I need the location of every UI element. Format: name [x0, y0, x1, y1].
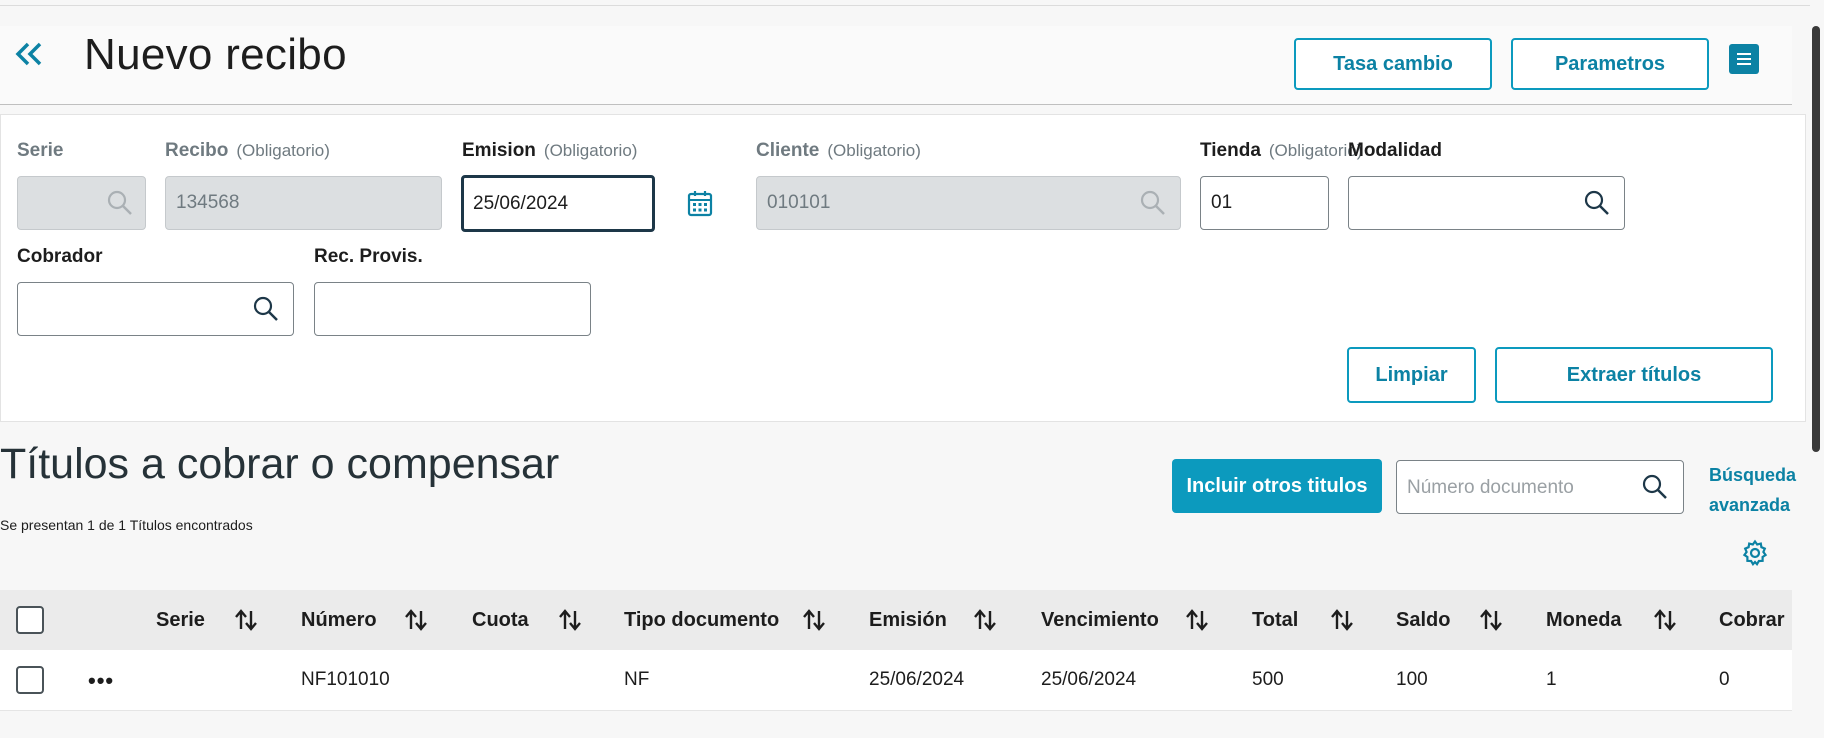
- tienda-label: Tienda (Obligatorio): [1200, 140, 1363, 161]
- sort-icon[interactable]: [1185, 607, 1209, 633]
- search-icon[interactable]: [252, 295, 280, 323]
- cell-emision: 25/06/2024: [869, 669, 965, 690]
- cell-numero: NF101010: [301, 669, 390, 690]
- limpiar-button[interactable]: Limpiar: [1347, 347, 1476, 403]
- calendar-icon[interactable]: [687, 190, 713, 218]
- recibo-field[interactable]: 134568: [165, 176, 442, 230]
- cell-saldo: 100: [1396, 669, 1428, 690]
- sort-icon[interactable]: [973, 607, 997, 633]
- cobrador-label: Cobrador: [17, 246, 103, 267]
- cliente-value: 010101: [767, 192, 831, 213]
- modalidad-field[interactable]: [1348, 176, 1625, 230]
- top-divider: [0, 5, 1810, 6]
- serie-label: Serie: [17, 140, 64, 161]
- cell-total: 500: [1252, 669, 1284, 690]
- search-icon[interactable]: [1139, 189, 1167, 217]
- parametros-button[interactable]: Parametros: [1511, 38, 1709, 90]
- col-saldo[interactable]: Saldo: [1396, 609, 1450, 632]
- serie-field[interactable]: [17, 176, 146, 230]
- col-numero[interactable]: Número: [301, 609, 377, 632]
- sort-icon[interactable]: [558, 607, 582, 633]
- rec-provis-field[interactable]: [314, 282, 591, 336]
- table-row[interactable]: ••• NF101010 NF 25/06/2024 25/06/2024 50…: [0, 650, 1792, 711]
- recibo-label: Recibo (Obligatorio): [165, 140, 330, 161]
- rec-provis-label: Rec. Provis.: [314, 246, 423, 267]
- cell-tipo-documento: NF: [624, 669, 650, 690]
- cobrador-field[interactable]: [17, 282, 294, 336]
- col-moneda[interactable]: Moneda: [1546, 609, 1622, 632]
- double-chevron-left-icon[interactable]: [10, 38, 46, 70]
- table-header: Serie Número Cuota Tipo documento Emisió…: [0, 590, 1792, 650]
- incluir-otros-titulos-button[interactable]: Incluir otros titulos: [1172, 459, 1382, 513]
- col-cuota[interactable]: Cuota: [472, 609, 529, 632]
- select-all-checkbox[interactable]: [16, 606, 44, 634]
- search-icon[interactable]: [106, 189, 134, 217]
- sort-icon[interactable]: [802, 607, 826, 633]
- col-serie[interactable]: Serie: [156, 609, 205, 632]
- col-tipo-documento[interactable]: Tipo documento: [624, 609, 779, 632]
- emision-value: 25/06/2024: [473, 193, 569, 214]
- tasa-cambio-button[interactable]: Tasa cambio: [1294, 38, 1492, 90]
- cell-cobrar: 0: [1719, 669, 1730, 690]
- emision-field[interactable]: 25/06/2024: [461, 175, 655, 232]
- sort-icon[interactable]: [404, 607, 428, 633]
- recibo-value: 134568: [176, 192, 240, 213]
- sort-icon[interactable]: [234, 607, 258, 633]
- section-title: Títulos a cobrar o compensar: [0, 440, 560, 488]
- emision-label: Emision (Obligatorio): [462, 140, 638, 161]
- sort-icon[interactable]: [1479, 607, 1503, 633]
- col-vencimiento[interactable]: Vencimiento: [1041, 609, 1159, 632]
- row-checkbox[interactable]: [16, 666, 44, 694]
- extraer-titulos-button[interactable]: Extraer títulos: [1495, 347, 1773, 403]
- tienda-field[interactable]: 01: [1200, 176, 1329, 230]
- cell-vencimiento: 25/06/2024: [1041, 669, 1137, 690]
- modalidad-label: Modalidad: [1348, 140, 1442, 161]
- page-header: Nuevo recibo Tasa cambio Parametros: [0, 26, 1792, 105]
- search-icon[interactable]: [1583, 189, 1611, 217]
- receipt-form: Serie Recibo (Obligatorio) Emision (Obliga…: [0, 114, 1806, 422]
- cliente-label: Cliente (Obligatorio): [756, 140, 921, 161]
- sort-icon[interactable]: [1330, 607, 1354, 633]
- document-search-input[interactable]: [1405, 473, 1639, 503]
- row-actions-icon[interactable]: •••: [88, 668, 114, 694]
- document-search[interactable]: [1396, 460, 1684, 514]
- gear-icon[interactable]: [1741, 539, 1769, 567]
- vertical-scrollbar[interactable]: [1812, 26, 1820, 452]
- cell-moneda: 1: [1546, 669, 1557, 690]
- hamburger-menu-icon[interactable]: [1729, 44, 1759, 74]
- col-total[interactable]: Total: [1252, 609, 1298, 632]
- sort-icon[interactable]: [1653, 607, 1677, 633]
- search-icon[interactable]: [1641, 473, 1669, 501]
- col-emision[interactable]: Emisión: [869, 609, 947, 632]
- advanced-search-link[interactable]: Búsqueda avanzada: [1709, 460, 1799, 520]
- tienda-value: 01: [1211, 192, 1233, 213]
- advanced-search-line2[interactable]: avanzada: [1709, 490, 1799, 520]
- advanced-search-line1[interactable]: Búsqueda: [1709, 460, 1799, 490]
- cliente-field[interactable]: 010101: [756, 176, 1181, 230]
- page-title: Nuevo recibo: [84, 30, 347, 79]
- results-count: Se presentan 1 de 1 Títulos encontrados: [0, 517, 253, 533]
- col-cobrar[interactable]: Cobrar: [1719, 609, 1785, 632]
